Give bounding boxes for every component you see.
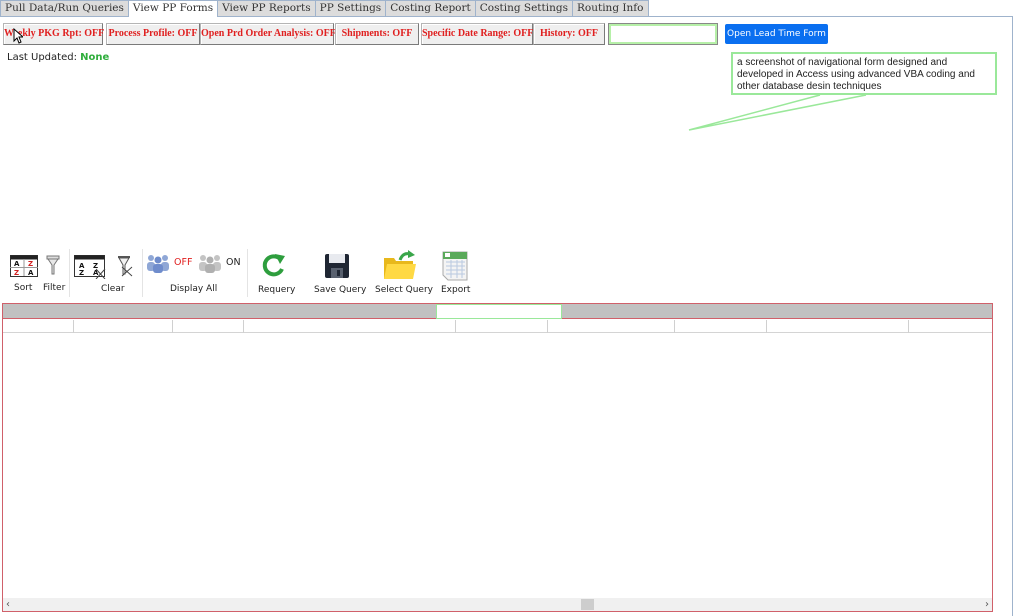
clear-filter-button[interactable] [117,255,133,280]
lead-time-input[interactable] [608,23,718,45]
refresh-icon [262,254,285,277]
column-header[interactable] [767,320,909,333]
display-all-label: Display All [170,284,218,294]
svg-text:Z: Z [14,269,19,277]
horizontal-scrollbar[interactable]: ‹ › [3,598,992,611]
column-header[interactable] [548,320,675,333]
tab-pull-data[interactable]: Pull Data/Run Queries [0,0,129,16]
tab-view-pp-forms[interactable]: View PP Forms [127,0,219,17]
process-profile-toggle-button[interactable]: Process Profile: OFF [106,23,200,45]
sort-button[interactable]: A Z Z A [10,255,38,280]
export-label: Export [441,285,471,295]
tab-strip: Pull Data/Run Queries View PP Forms View… [0,0,649,17]
last-updated-label: Last Updated: [7,52,77,63]
select-query-button[interactable] [383,250,417,283]
tab-costing-settings[interactable]: Costing Settings [474,0,573,16]
users-group-icon [147,255,169,273]
tab-pp-settings[interactable]: PP Settings [314,0,387,16]
column-header[interactable] [909,320,992,333]
column-header[interactable] [3,320,74,333]
history-toggle-button[interactable]: History: OFF [533,23,605,45]
svg-text:A: A [28,269,34,277]
last-updated-value: None [80,52,110,63]
display-all-on-button[interactable] [197,253,223,276]
clear-sort-button[interactable]: A Z Z A [74,255,106,282]
sort-az-icon: A Z Z A [10,255,38,277]
users-group-gray-icon [199,255,221,273]
scroll-left-icon[interactable]: ‹ [6,598,10,611]
mouse-cursor-icon [13,28,23,44]
tab-routing-info[interactable]: Routing Info [571,0,649,16]
data-grid: ‹ › [2,303,993,612]
floppy-disk-icon [325,254,349,278]
toolbar-separator [69,249,70,297]
clear-filter-icon [118,256,133,277]
requery-label: Requery [258,285,296,295]
column-header[interactable] [675,320,767,333]
toolbar-separator [142,249,143,297]
display-all-on-label: ON [226,257,241,268]
toolbar-separator [247,249,248,297]
sort-label: Sort [14,283,33,293]
scrollbar-thumb[interactable] [581,599,594,610]
grid-filter-input[interactable] [436,304,562,319]
clear-label: Clear [101,284,125,294]
svg-text:Z: Z [79,269,84,277]
spreadsheet-export-icon [442,251,468,281]
svg-text:A: A [14,260,20,268]
grid-column-header-row [3,320,992,333]
column-header[interactable] [456,320,548,333]
tab-view-pp-reports[interactable]: View PP Reports [217,0,316,16]
open-lead-time-form-button[interactable]: Open Lead Time Form [725,24,828,44]
specific-date-range-toggle-button[interactable]: Specific Date Range: OFF [421,23,533,45]
open-folder-icon [384,250,416,279]
filter-funnel-icon [46,255,60,275]
clear-sort-icon: A Z Z A [74,255,106,280]
column-header[interactable] [244,320,456,333]
svg-text:Z: Z [28,260,33,268]
save-query-label: Save Query [314,285,367,295]
open-prd-order-toggle-button[interactable]: Open Prd Order Analysis: OFF [200,23,336,45]
filter-button[interactable] [46,255,60,280]
column-header[interactable] [74,320,173,333]
filter-label: Filter [43,283,66,293]
display-all-off-button[interactable] [145,253,171,276]
requery-button[interactable] [261,252,287,281]
shipments-toggle-button[interactable]: Shipments: OFF [335,23,419,45]
display-all-off-label: OFF [174,257,193,268]
svg-text:A: A [93,269,99,277]
annotation-callout: a screenshot of navigational form design… [731,52,997,95]
save-query-button[interactable] [324,253,350,282]
select-query-label: Select Query [375,285,433,295]
tab-costing-report[interactable]: Costing Report [385,0,476,16]
last-updated: Last Updated: None [7,52,109,63]
export-button[interactable] [442,251,468,284]
scroll-right-icon[interactable]: › [985,598,989,611]
column-header[interactable] [173,320,244,333]
